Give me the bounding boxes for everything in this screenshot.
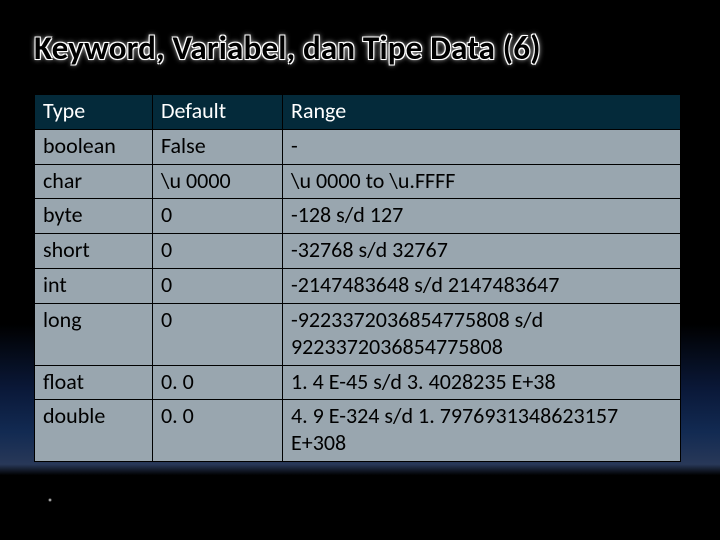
cell-type: double bbox=[35, 400, 153, 462]
col-header-type: Type bbox=[35, 95, 153, 130]
cell-type: int bbox=[35, 269, 153, 304]
table-row: short 0 -32768 s/d 32767 bbox=[35, 234, 681, 269]
cell-default: 0 bbox=[153, 269, 283, 304]
cell-default: 0. 0 bbox=[153, 365, 283, 400]
cell-default: 0 bbox=[153, 234, 283, 269]
cell-default: 0 bbox=[153, 303, 283, 365]
cell-default: 0. 0 bbox=[153, 400, 283, 462]
cell-type: char bbox=[35, 164, 153, 199]
col-header-range: Range bbox=[283, 95, 681, 130]
table-row: float 0. 0 1. 4 E-45 s/d 3. 4028235 E+38 bbox=[35, 365, 681, 400]
cell-range: -2147483648 s/d 2147483647 bbox=[283, 269, 681, 304]
slide: Keyword, Variabel, dan Tipe Data (6) Typ… bbox=[0, 0, 720, 540]
slide-title: Keyword, Variabel, dan Tipe Data (6) bbox=[34, 28, 686, 68]
table-header-row: Type Default Range bbox=[35, 95, 681, 130]
table-row: byte 0 -128 s/d 127 bbox=[35, 199, 681, 234]
cell-type: short bbox=[35, 234, 153, 269]
cell-type: long bbox=[35, 303, 153, 365]
col-header-default: Default bbox=[153, 95, 283, 130]
table-row: long 0 -9223372036854775808 s/d 92233720… bbox=[35, 303, 681, 365]
table-body: boolean False - char \u 0000 \u 0000 to … bbox=[35, 129, 681, 461]
cell-type: byte bbox=[35, 199, 153, 234]
table-row: boolean False - bbox=[35, 129, 681, 164]
cell-default: \u 0000 bbox=[153, 164, 283, 199]
cell-range: 1. 4 E-45 s/d 3. 4028235 E+38 bbox=[283, 365, 681, 400]
cell-default: 0 bbox=[153, 199, 283, 234]
cell-range: -32768 s/d 32767 bbox=[283, 234, 681, 269]
table-row: char \u 0000 \u 0000 to \u.FFFF bbox=[35, 164, 681, 199]
cell-type: boolean bbox=[35, 129, 153, 164]
data-types-table: Type Default Range boolean False - char … bbox=[34, 94, 681, 462]
cell-default: False bbox=[153, 129, 283, 164]
table-row: int 0 -2147483648 s/d 2147483647 bbox=[35, 269, 681, 304]
table-row: double 0. 0 4. 9 E-324 s/d 1. 7976931348… bbox=[35, 400, 681, 462]
cell-range: \u 0000 to \u.FFFF bbox=[283, 164, 681, 199]
cell-range: -128 s/d 127 bbox=[283, 199, 681, 234]
cell-range: 4. 9 E-324 s/d 1. 7976931348623157 E+308 bbox=[283, 400, 681, 462]
cell-type: float bbox=[35, 365, 153, 400]
cell-range: -9223372036854775808 s/d 922337203685477… bbox=[283, 303, 681, 365]
cell-range: - bbox=[283, 129, 681, 164]
